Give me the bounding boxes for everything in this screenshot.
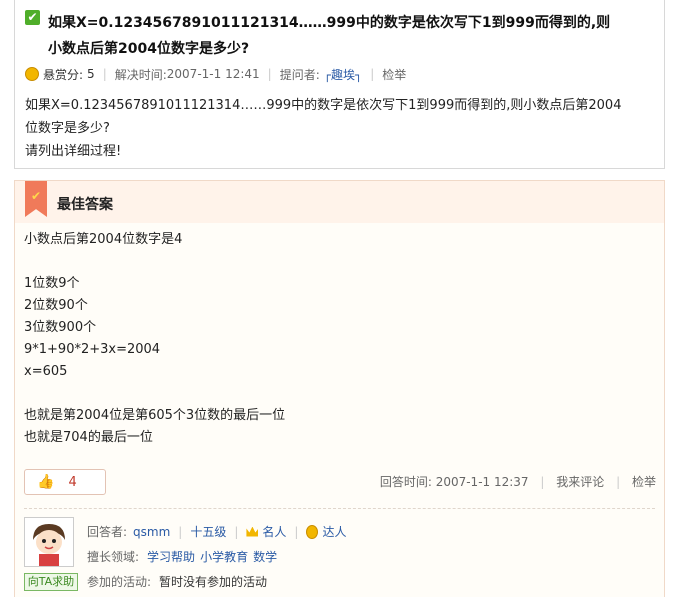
- coin-icon: [25, 67, 39, 81]
- report-link[interactable]: 检举: [632, 475, 656, 489]
- field-link[interactable]: 小学教育: [200, 548, 248, 565]
- badge-famous-link[interactable]: 名人: [262, 523, 286, 540]
- separator: |: [294, 524, 299, 539]
- answerer-name-link[interactable]: qsmm: [133, 525, 170, 539]
- comment-link[interactable]: 我来评论: [556, 475, 604, 489]
- best-answer-title: 最佳答案: [57, 197, 113, 213]
- answer-meta: 回答时间: 2007-1-1 12:37 | 我来评论 | 检举: [380, 473, 656, 490]
- answer-line: x=605: [24, 364, 68, 379]
- separator: |: [267, 67, 272, 81]
- field-label: 擅长领域:: [87, 550, 140, 564]
- answer-line: 3位数900个: [24, 320, 97, 335]
- reward-label: 悬赏分:: [43, 67, 84, 82]
- activity-row: 参加的活动: 暂时没有参加的活动: [87, 573, 267, 590]
- reward-value: 5: [87, 67, 95, 81]
- answer-line: 1位数9个: [24, 276, 80, 291]
- report-link[interactable]: 检举: [382, 66, 406, 83]
- question-body: 如果X=0.1234567891011121314……999中的数字是依次写下1…: [25, 94, 655, 163]
- answerer-avatar[interactable]: [24, 517, 74, 567]
- field-link[interactable]: 数学: [253, 548, 277, 565]
- question-body-line: 请列出详细过程!: [25, 144, 122, 159]
- avatar-image: [25, 518, 73, 566]
- answerer-level-link[interactable]: 十五级: [190, 523, 226, 540]
- ask-for-help-button[interactable]: 向TA求助: [24, 573, 78, 591]
- separator: |: [616, 475, 621, 489]
- answer-line: 9*1+90*2+3x=2004: [24, 342, 161, 357]
- answer-line: 也就是第2004位是第605个3位数的最后一位: [24, 408, 286, 423]
- question-body-line: 位数字是多少?: [25, 121, 110, 136]
- question-meta: 悬赏分: 5 | 解决时间: 2007-1-1 12:41 | 提问者: ┌趣埃…: [25, 66, 406, 82]
- separator: |: [234, 524, 239, 539]
- answer-time: 2007-1-1 12:37: [435, 475, 529, 489]
- answerer-label: 回答者:: [87, 525, 128, 539]
- best-answer-panel: ✔ 最佳答案 小数点后第2004位数字是4 1位数9个 2位数90个 3位数90…: [14, 180, 665, 597]
- answerer-row: 回答者: qsmm | 十五级 | 名人 | 达人: [87, 523, 346, 540]
- medal-icon: [306, 524, 319, 539]
- question-panel: ✔ 如果X=0.1234567891011121314……999中的数字是依次写…: [14, 0, 665, 169]
- expertise-row: 擅长领域: 学习帮助 小学教育 数学: [87, 548, 277, 565]
- ribbon-icon: ✔: [25, 181, 47, 217]
- best-answer-header: ✔ 最佳答案: [15, 181, 664, 223]
- badge-expert-link[interactable]: 达人: [322, 523, 346, 540]
- question-title-line2: 小数点后第2004位数字是多少?: [48, 41, 250, 57]
- thumbs-up-icon: 👍: [37, 474, 55, 490]
- separator: |: [178, 524, 183, 539]
- asker-name-link[interactable]: ┌趣埃┐: [324, 66, 362, 83]
- answer-line: 也就是704的最后一位: [24, 430, 153, 445]
- activity-value: 暂时没有参加的活动: [159, 575, 268, 589]
- answer-time-label: 回答时间:: [379, 475, 432, 489]
- like-count: 4: [68, 474, 77, 490]
- crown-icon: [246, 526, 259, 537]
- answer-line: [24, 383, 644, 405]
- resolved-label: 解决时间:: [114, 67, 167, 82]
- resolved-time: 2007-1-1 12:41: [166, 67, 260, 81]
- answer-body: 小数点后第2004位数字是4 1位数9个 2位数90个 3位数900个 9*1+…: [24, 229, 644, 449]
- field-link[interactable]: 学习帮助: [147, 548, 195, 565]
- separator: |: [370, 67, 375, 81]
- separator: |: [102, 67, 107, 81]
- answer-line: [24, 251, 644, 273]
- divider: [24, 508, 655, 509]
- activity-label: 参加的活动:: [87, 575, 152, 589]
- answer-line: 小数点后第2004位数字是4: [24, 232, 183, 247]
- check-icon: ✔: [25, 10, 40, 25]
- question-title-line1: 如果X=0.1234567891011121314……999中的数字是依次写下1…: [48, 15, 611, 31]
- answer-line: 2位数90个: [24, 298, 88, 313]
- question-title: 如果X=0.1234567891011121314……999中的数字是依次写下1…: [48, 10, 648, 62]
- like-button[interactable]: 👍 4: [24, 469, 106, 495]
- separator: |: [540, 475, 545, 489]
- asker-label: 提问者:: [279, 67, 320, 82]
- question-body-line: 如果X=0.1234567891011121314……999中的数字是依次写下1…: [25, 98, 622, 113]
